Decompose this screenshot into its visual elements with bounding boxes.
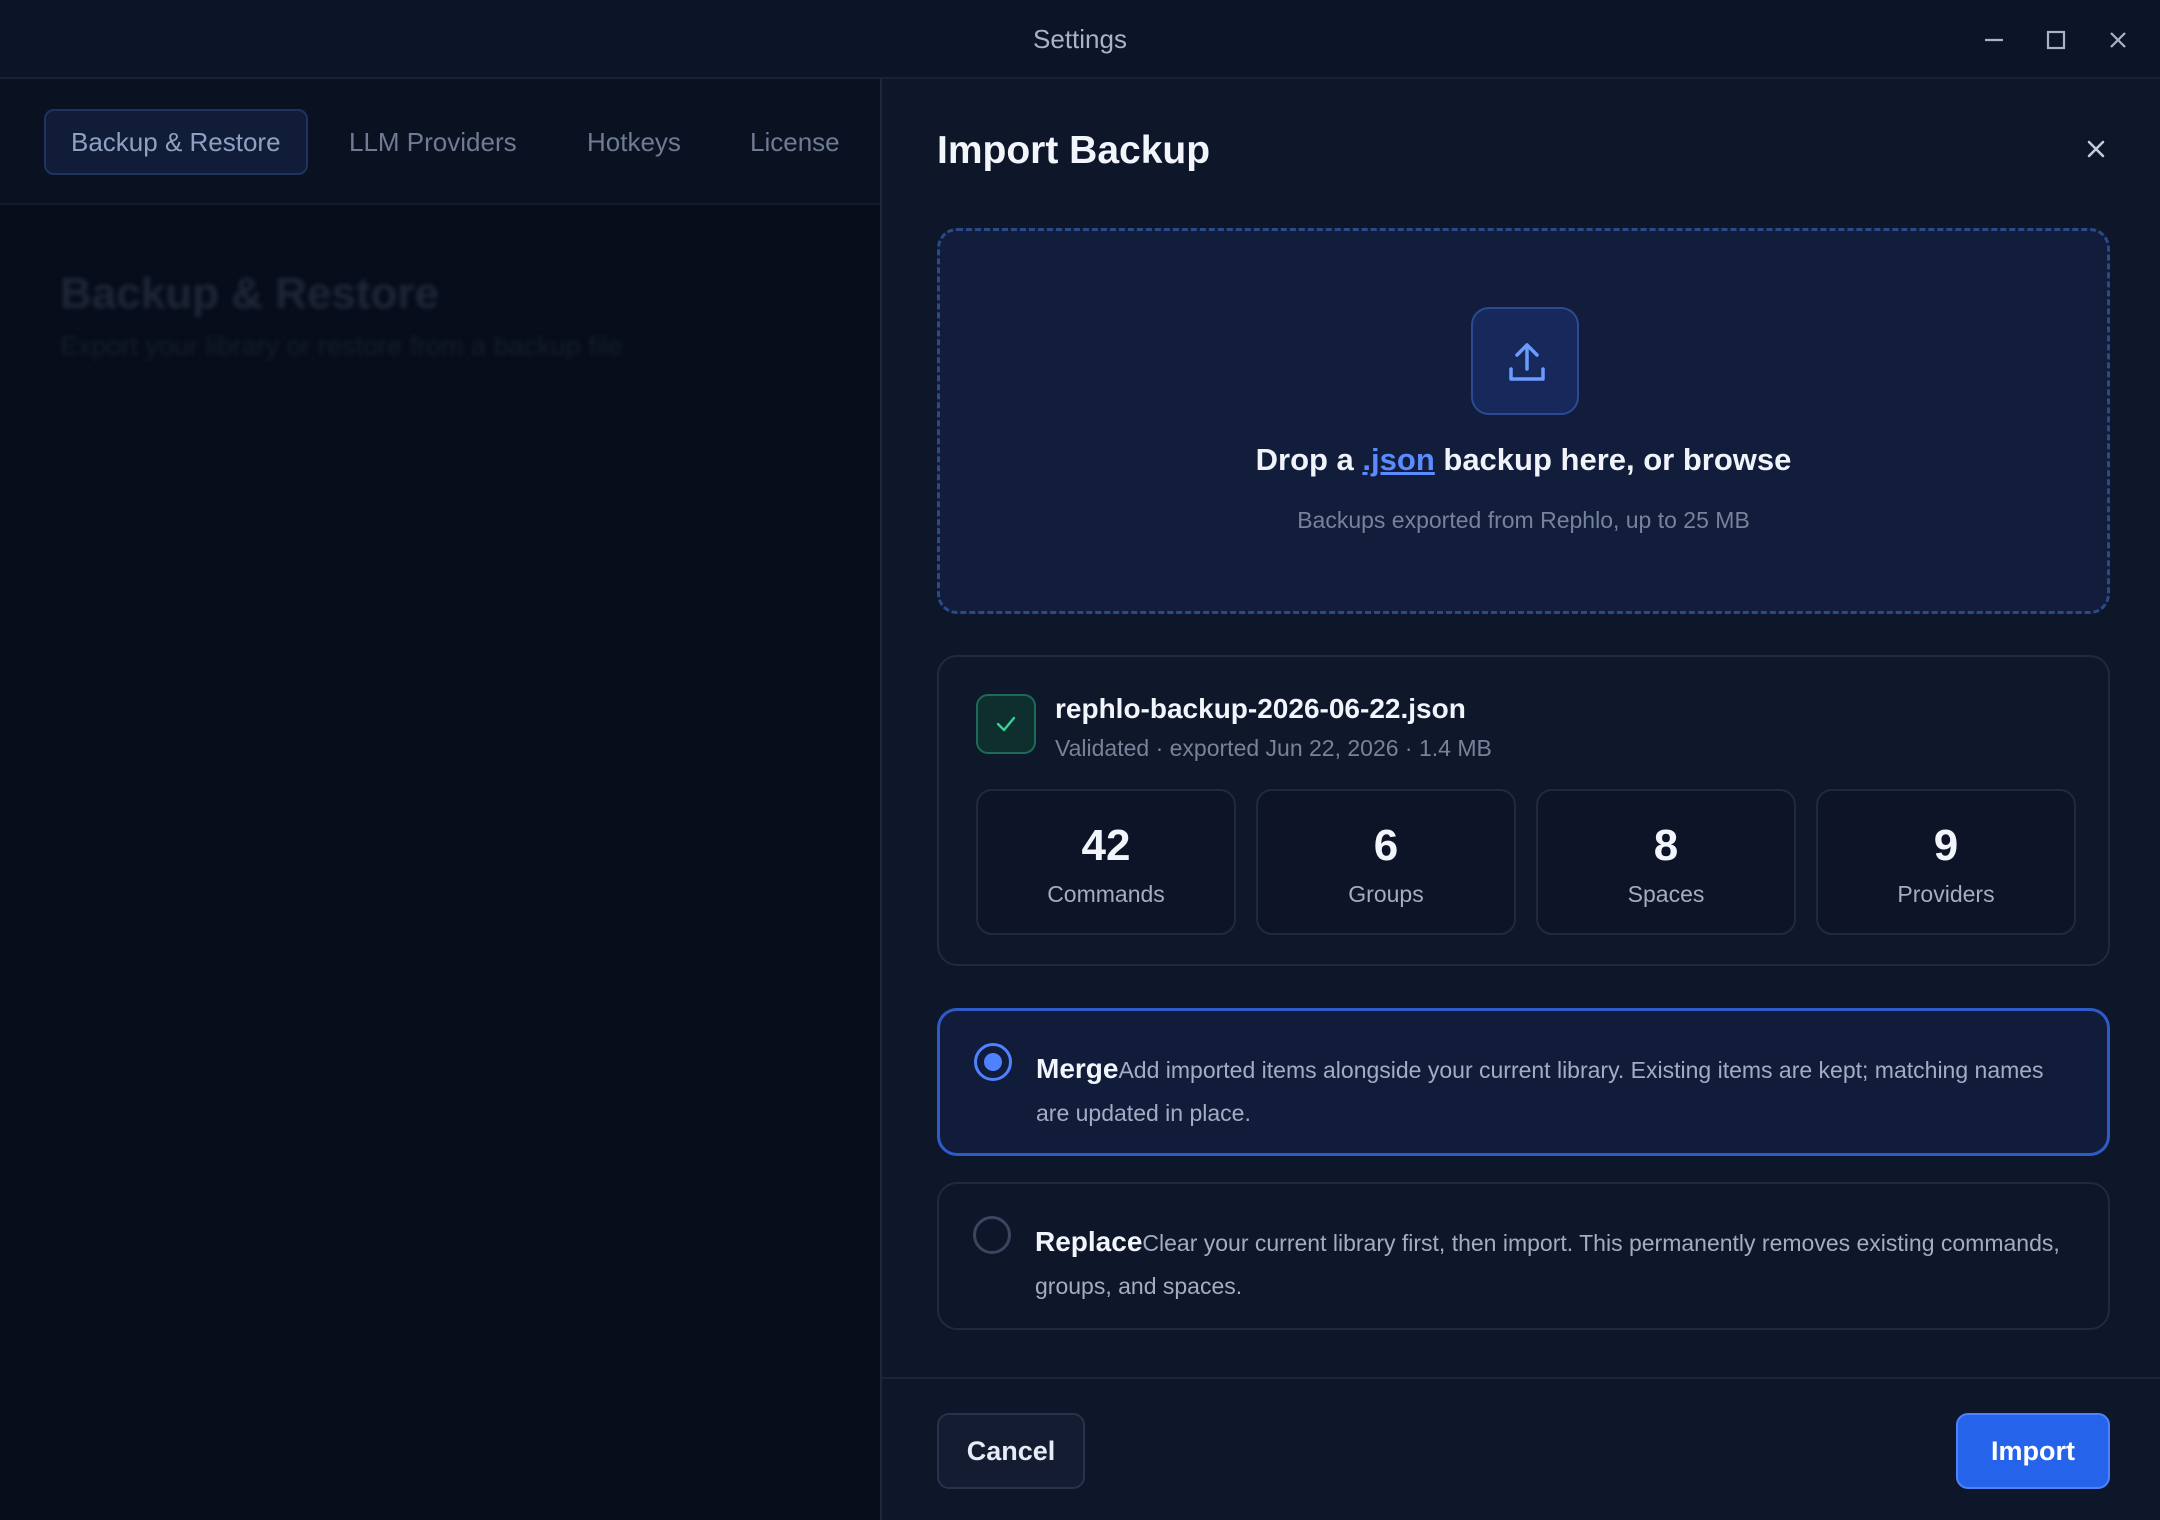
- dropzone-hint: Backups exported from Rephlo, up to 25 M…: [1297, 507, 1750, 533]
- stat-label: Providers: [1897, 881, 1995, 907]
- selected-file-card: rephlo-backup-2026-06-22.json Validated …: [937, 655, 2110, 966]
- json-link[interactable]: .json: [1362, 442, 1434, 477]
- file-dropzone[interactable]: Drop a .json backup here, or browse Back…: [937, 228, 2110, 614]
- stat-spaces: 8 Spaces: [1536, 789, 1796, 935]
- replace-option-title: Replace: [1035, 1226, 1143, 1257]
- check-icon: [976, 694, 1036, 754]
- stat-providers: 9 Providers: [1816, 789, 2076, 935]
- stat-value: 6: [1373, 821, 1399, 870]
- section-subtitle: Export your library or restore from a ba…: [60, 331, 623, 361]
- file-name: rephlo-backup-2026-06-22.json: [1055, 693, 1466, 724]
- tab-license[interactable]: License: [725, 109, 865, 175]
- title-bar: Settings: [0, 0, 2160, 79]
- replace-option-description: Clear your current library first, then i…: [1035, 1230, 2060, 1299]
- stat-value: 42: [1081, 821, 1131, 870]
- import-button[interactable]: Import: [1956, 1413, 2110, 1489]
- window-title: Settings: [1033, 24, 1127, 54]
- replace-radio[interactable]: [973, 1216, 1011, 1254]
- tab-backup-restore[interactable]: Backup & Restore: [44, 109, 308, 175]
- tab-hotkeys[interactable]: Hotkeys: [562, 109, 706, 175]
- section-title: Backup & Restore: [60, 269, 440, 318]
- drawer-footer: Cancel Import: [882, 1377, 2160, 1520]
- option-merge[interactable]: MergeAdd imported items alongside your c…: [937, 1008, 2110, 1156]
- settings-window: Settings Backup & Restore LLM Providers …: [0, 0, 2160, 1520]
- stat-commands: 42 Commands: [976, 789, 1236, 935]
- settings-tabs: Backup & Restore LLM Providers Hotkeys L…: [0, 79, 880, 205]
- option-replace[interactable]: ReplaceClear your current library first,…: [937, 1182, 2110, 1330]
- stat-label: Groups: [1348, 881, 1424, 907]
- replace-option-text: ReplaceClear your current library first,…: [1035, 1220, 2065, 1308]
- file-meta: Validated · exported Jun 22, 2026 · 1.4 …: [1055, 735, 1492, 761]
- dropzone-text-suffix: backup here, or browse: [1434, 442, 1792, 477]
- merge-radio[interactable]: [974, 1043, 1012, 1081]
- dropzone-label: Drop a .json backup here, or browse: [940, 442, 2107, 478]
- settings-main: Backup & Restore LLM Providers Hotkeys L…: [0, 79, 880, 1520]
- tab-llm-providers[interactable]: LLM Providers: [324, 109, 542, 175]
- close-icon[interactable]: [2078, 131, 2114, 167]
- drawer-title: Import Backup: [937, 129, 1211, 172]
- stat-value: 8: [1653, 821, 1679, 870]
- maximize-icon[interactable]: [2038, 22, 2074, 58]
- cancel-button[interactable]: Cancel: [937, 1413, 1085, 1489]
- minimize-icon[interactable]: [1976, 22, 2012, 58]
- stat-value: 9: [1933, 821, 1959, 870]
- merge-option-title: Merge: [1036, 1053, 1119, 1084]
- close-icon[interactable]: [2100, 22, 2136, 58]
- upload-icon[interactable]: [1471, 307, 1579, 415]
- stat-label: Commands: [1047, 881, 1165, 907]
- stat-groups: 6 Groups: [1256, 789, 1516, 935]
- import-backup-drawer: Import Backup Drop a .json backup here, …: [880, 79, 2160, 1520]
- merge-option-text: MergeAdd imported items alongside your c…: [1036, 1047, 2066, 1135]
- dropzone-text-prefix: Drop a: [1255, 442, 1363, 477]
- stat-label: Spaces: [1627, 881, 1705, 907]
- merge-option-description: Add imported items alongside your curren…: [1036, 1057, 2044, 1126]
